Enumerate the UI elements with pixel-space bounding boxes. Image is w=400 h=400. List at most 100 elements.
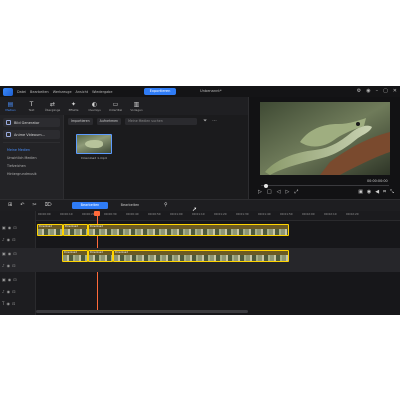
timeline-scrollbar[interactable] bbox=[36, 310, 248, 313]
nav-tiefzeichen[interactable]: Tiefzeichen bbox=[0, 162, 63, 170]
media-filename: Download 1.mp4 bbox=[81, 156, 107, 160]
tool-effekte[interactable]: ✦ Effekte bbox=[63, 97, 84, 115]
next-frame-icon[interactable]: ▷ bbox=[285, 189, 289, 195]
tool-untertitel[interactable]: ▭ Untertitel bbox=[105, 97, 126, 115]
export-button[interactable]: Exportieren bbox=[144, 88, 176, 95]
track-controls: ♪ ◉ ⊡ bbox=[2, 286, 15, 298]
video-preview[interactable] bbox=[260, 102, 390, 175]
clip-label: Download bbox=[64, 251, 77, 254]
tab-bearbeiten-secondary[interactable]: Bearbeiten bbox=[112, 202, 148, 209]
thumbnail-image bbox=[85, 140, 103, 148]
eye-icon[interactable]: ◉ bbox=[6, 298, 10, 310]
filter-icon[interactable]: ⏷ bbox=[203, 118, 207, 124]
track-row: ♪ ◉ ⊡ bbox=[0, 286, 400, 298]
fullscreen-icon[interactable]: ⤢ bbox=[294, 189, 298, 195]
tool-vorlagen[interactable]: ▥ Vorlagen bbox=[126, 97, 147, 115]
lock-icon[interactable]: ⊡ bbox=[13, 274, 16, 286]
scrubber-handle[interactable] bbox=[264, 183, 268, 188]
split-icon[interactable]: ✂ bbox=[32, 201, 36, 210]
ruler-tick: 00:00:00 bbox=[38, 212, 51, 216]
audio-icon[interactable]: ♪ bbox=[2, 234, 5, 246]
tool-label: Medien bbox=[5, 107, 16, 112]
lock-icon[interactable]: ⊡ bbox=[12, 286, 15, 298]
search-input[interactable]: Meine Medien suchen bbox=[125, 117, 198, 125]
clip-label: Download bbox=[90, 251, 103, 254]
lock-icon[interactable]: ⊡ bbox=[13, 248, 16, 260]
text-track-icon[interactable]: T bbox=[2, 298, 4, 310]
more-icon[interactable]: ⋯ bbox=[212, 118, 217, 124]
prev-frame-icon[interactable]: ◁ bbox=[277, 189, 281, 195]
delete-icon[interactable]: ⌦ bbox=[45, 201, 52, 210]
nav-unwirtlich-medien[interactable]: Unwirtlich Medien bbox=[0, 154, 63, 162]
eye-icon[interactable]: ◉ bbox=[8, 248, 12, 260]
timeline-clip[interactable]: Download bbox=[113, 250, 289, 262]
menu-werkzeuge[interactable]: Werkzeuge bbox=[53, 90, 72, 94]
track-controls: ♪ ◉ ⊡ bbox=[2, 234, 15, 246]
ruler-tick: 00:00:10 bbox=[60, 212, 73, 216]
menu-datei[interactable]: Datei bbox=[17, 90, 26, 94]
track-video-icon[interactable]: ▣ bbox=[2, 274, 6, 286]
play-icon[interactable]: ▷ bbox=[258, 189, 262, 195]
tab-bearbeiten[interactable]: Bearbeiten bbox=[72, 202, 108, 209]
timeline-clip[interactable]: Download bbox=[37, 224, 63, 236]
tool-label: Overlays bbox=[88, 107, 101, 112]
anime-video-button[interactable]: Anime Videoum... bbox=[3, 130, 60, 139]
timeline-clip[interactable]: Download bbox=[63, 224, 88, 236]
audio-icon[interactable]: ♪ bbox=[2, 286, 5, 298]
import-button[interactable]: Importieren bbox=[68, 117, 93, 125]
settings-icon[interactable]: ⚙ bbox=[357, 87, 361, 96]
transition-icon: ⇄ bbox=[49, 100, 56, 108]
tool-uebergaenge[interactable]: ⇄ Übergänge bbox=[42, 97, 63, 115]
stop-icon[interactable]: □ bbox=[267, 189, 272, 195]
mute-icon[interactable]: ◉ bbox=[7, 234, 11, 246]
menu-ansicht[interactable]: Ansicht bbox=[76, 90, 89, 94]
media-library: Importieren Aufnehmen Meine Medien suche… bbox=[64, 115, 248, 199]
time-ruler[interactable]: 00:00:00 00:00:10 00:00:20 00:00:30 00:00:40… bbox=[36, 211, 400, 221]
preview-panel: 00:00:00:00 ▷ □ ◁ ▷ ⤢ ▣ ◉ ◀ ⌗ ⤡ bbox=[248, 97, 400, 199]
tool-medien[interactable]: ▤ Medien bbox=[0, 97, 21, 115]
track-video-icon[interactable]: ▣ bbox=[2, 248, 6, 260]
timeline-clip[interactable]: Download bbox=[62, 250, 88, 262]
video-icon bbox=[6, 132, 11, 137]
timeline-clip[interactable]: Download bbox=[88, 250, 113, 262]
media-toolbar: ▤ Medien T Text ⇄ Übergänge ✦ Effekte ◐ … bbox=[0, 97, 248, 115]
account-icon[interactable]: ◉ bbox=[366, 87, 370, 96]
maximize-icon[interactable]: ▢ bbox=[383, 87, 388, 96]
menu-bearbeiten[interactable]: Bearbeiten bbox=[30, 90, 49, 94]
track-video-icon[interactable]: ▣ bbox=[2, 222, 6, 234]
crop-icon[interactable]: ⌗ bbox=[383, 189, 386, 195]
snapshot-icon[interactable]: ▣ bbox=[358, 189, 363, 195]
menu-wiedergabe[interactable]: Wiedergabe bbox=[92, 90, 112, 94]
lock-icon[interactable]: ⊡ bbox=[12, 260, 15, 272]
ruler-tick: 00:00:50 bbox=[148, 212, 161, 216]
clip-label: Download bbox=[90, 225, 103, 228]
image-generator-button[interactable]: Bild Generator bbox=[3, 118, 60, 127]
add-track-icon[interactable]: ⊞ bbox=[8, 201, 12, 210]
undo-icon[interactable]: ↶ bbox=[20, 201, 24, 210]
expand-icon[interactable]: ⤡ bbox=[390, 189, 394, 195]
minimize-icon[interactable]: – bbox=[376, 87, 379, 96]
mute-icon[interactable]: ◉ bbox=[7, 260, 11, 272]
nav-hintergrundmusik[interactable]: Hintergrundmusik bbox=[0, 170, 63, 178]
lock-icon[interactable]: ⊡ bbox=[12, 298, 15, 310]
adjust-icon[interactable]: ⚲ bbox=[164, 201, 168, 210]
image-generator-label: Bild Generator bbox=[14, 120, 40, 125]
volume-icon[interactable]: ◀ bbox=[375, 189, 379, 195]
mute-icon[interactable]: ◉ bbox=[7, 286, 11, 298]
record-button[interactable]: Aufnehmen bbox=[96, 117, 122, 125]
tool-text[interactable]: T Text bbox=[21, 97, 42, 115]
media-thumbnail[interactable] bbox=[76, 134, 112, 154]
nav-meine-medien[interactable]: Meine Medien bbox=[0, 146, 63, 154]
camera-icon[interactable]: ◉ bbox=[367, 189, 371, 195]
ruler-tick: 00:01:00 bbox=[170, 212, 183, 216]
eye-icon[interactable]: ◉ bbox=[8, 274, 12, 286]
lock-icon[interactable]: ⊡ bbox=[13, 222, 16, 234]
lock-icon[interactable]: ⊡ bbox=[12, 234, 15, 246]
overlay-icon: ◐ bbox=[91, 100, 98, 108]
audio-icon[interactable]: ♪ bbox=[2, 260, 5, 272]
timeline-clip[interactable]: Download bbox=[88, 224, 289, 236]
preview-scrubber[interactable] bbox=[261, 183, 389, 188]
close-icon[interactable]: ✕ bbox=[393, 87, 397, 96]
tool-overlays[interactable]: ◐ Overlays bbox=[84, 97, 105, 115]
eye-icon[interactable]: ◉ bbox=[8, 222, 12, 234]
